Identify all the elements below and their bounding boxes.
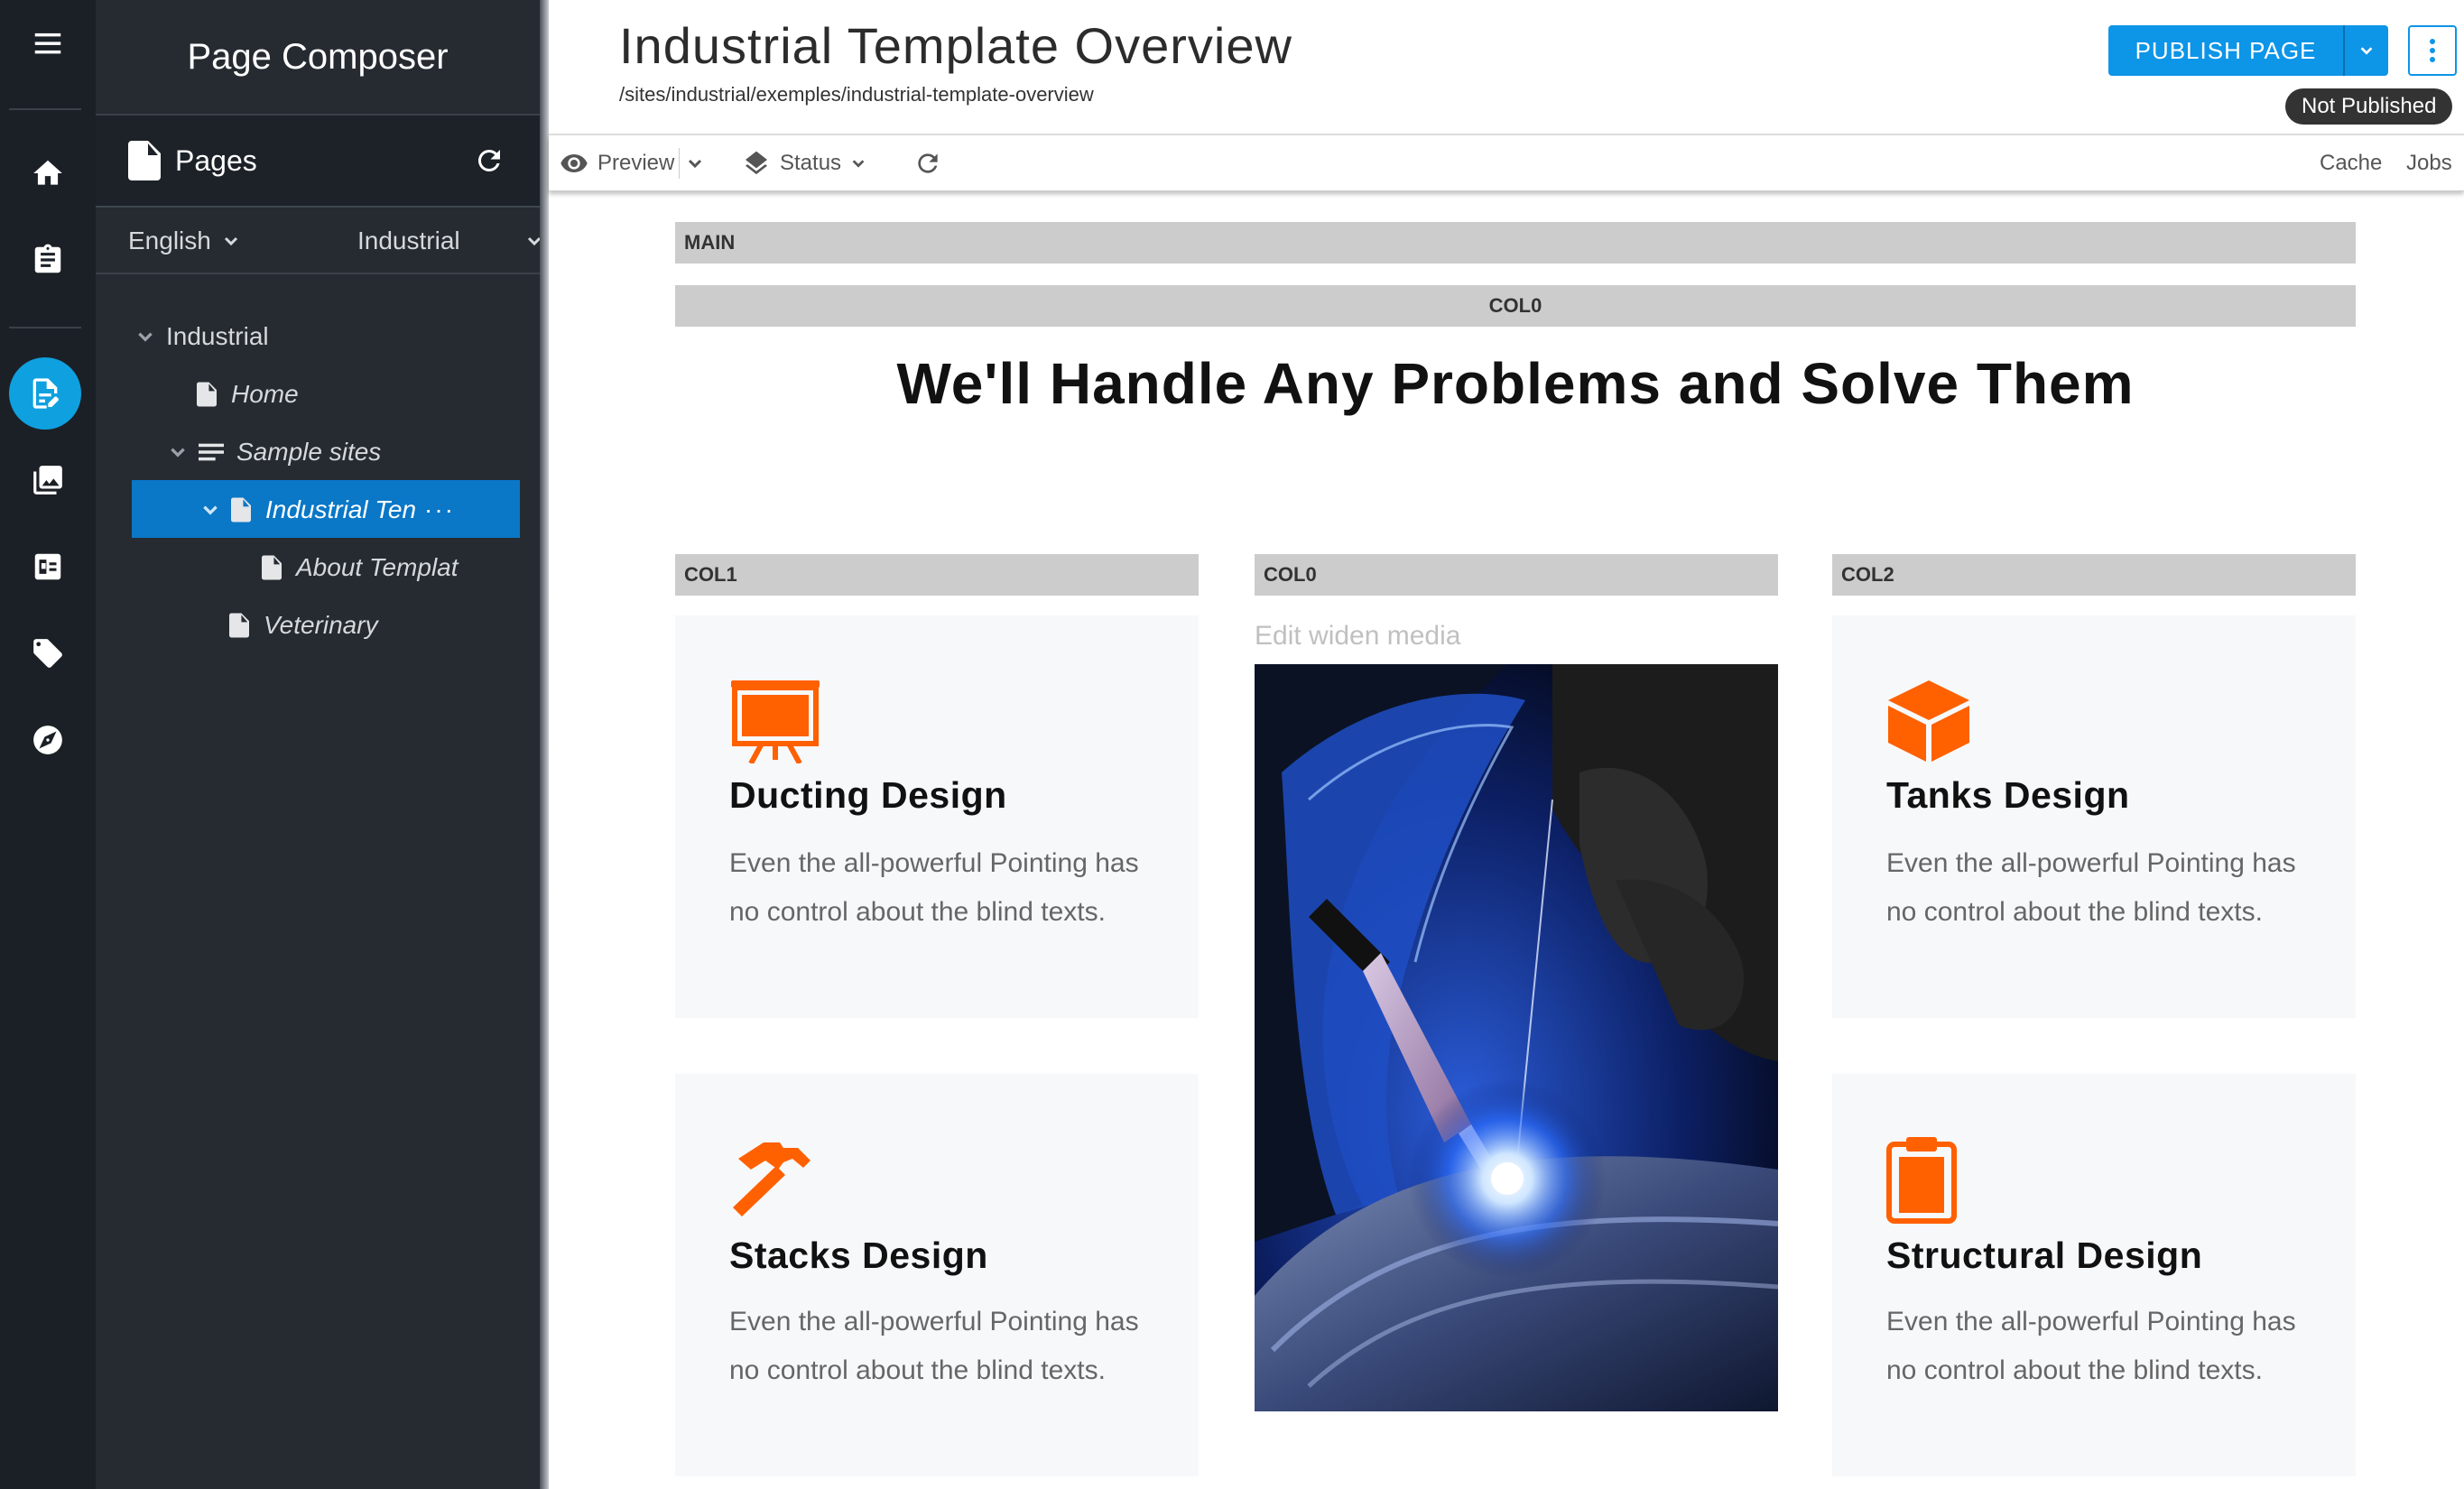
tree-item-label: Industrial [166, 322, 269, 350]
service-card[interactable]: Ducting Design Even the all-powerful Poi… [675, 615, 1199, 1018]
tree-item-veterinary[interactable]: Veterinary [229, 597, 378, 653]
language-select[interactable]: English [128, 227, 240, 255]
clipboard-icon[interactable] [0, 224, 96, 296]
rail-divider [9, 108, 81, 110]
layers-icon [746, 151, 767, 175]
tree-item-label: Industrial Ten [265, 495, 417, 523]
cache-button[interactable]: Cache [2320, 135, 2382, 191]
status-badge: Not Published [2285, 88, 2453, 125]
panel-resize-handle[interactable] [540, 0, 549, 1489]
list-icon [199, 443, 224, 461]
main-area-label[interactable]: MAIN [675, 222, 2356, 264]
jobs-button[interactable]: Jobs [2406, 135, 2452, 191]
editor-toolbar: Preview Status Cache Jobs [549, 135, 2464, 191]
sidebar-filters: English Industrial [96, 209, 543, 274]
tree-item-home[interactable]: Home [197, 366, 299, 422]
chevron-down-icon [852, 160, 865, 168]
card-text: Even the all-powerful Pointing has no co… [1886, 1307, 2296, 1385]
page-title: Industrial Template Overview [619, 17, 1292, 74]
page-composer-icon[interactable] [9, 357, 81, 430]
home-icon[interactable] [0, 137, 96, 209]
preview-button[interactable]: Preview [560, 135, 674, 191]
easel-icon [731, 680, 820, 763]
more-options-icon[interactable]: ··· [424, 495, 455, 524]
tag-icon[interactable] [0, 617, 96, 689]
tree-item-industrial[interactable]: Industrial [135, 309, 269, 365]
page-composer-sidebar: Page Composer Pages English Industrial I… [96, 0, 543, 1489]
language-value: English [128, 227, 211, 254]
tree-item-label: About Templat [296, 553, 459, 581]
document-icon [262, 555, 282, 580]
service-card[interactable]: Stacks Design Even the all-powerful Poin… [675, 1074, 1199, 1476]
compass-icon[interactable] [0, 704, 96, 776]
card-text: Even the all-powerful Pointing has no co… [1886, 848, 2296, 927]
cube-icon [1888, 680, 1969, 762]
card-title: Tanks Design [1886, 774, 2130, 816]
publish-page-button[interactable]: PUBLISH PAGE [2108, 25, 2343, 76]
col0-area-label[interactable]: COL0 [675, 285, 2356, 327]
publish-button-group: PUBLISH PAGE [2108, 25, 2388, 76]
page-path: /sites/industrial/exemples/industrial-te… [619, 83, 1094, 106]
more-actions-button[interactable] [2408, 25, 2457, 76]
document-icon [197, 382, 217, 407]
welding-photo[interactable] [1255, 664, 1778, 1411]
sidebar-title: Page Composer [96, 0, 540, 116]
page-header: Industrial Template Overview /sites/indu… [549, 0, 2464, 135]
site-select[interactable]: Industrial [357, 227, 543, 255]
pages-header: Pages [96, 116, 540, 208]
icon-rail [0, 0, 96, 1489]
refresh-icon [918, 153, 938, 173]
tree-item-sample-sites[interactable]: Sample sites [168, 424, 381, 480]
col2-area-label[interactable]: COL2 [1832, 554, 2356, 596]
chevron-down-icon [2360, 47, 2373, 55]
menu-icon[interactable] [0, 7, 96, 79]
publish-options-button[interactable] [2343, 25, 2388, 76]
document-icon [231, 497, 251, 523]
card-title: Stacks Design [729, 1235, 988, 1276]
status-button[interactable]: Status [742, 135, 866, 191]
refresh-button[interactable] [913, 135, 942, 191]
site-value: Industrial [357, 227, 460, 254]
media-icon[interactable] [0, 444, 96, 516]
service-card[interactable]: Tanks Design Even the all-powerful Point… [1832, 615, 2356, 1018]
card-title: Ducting Design [729, 774, 1007, 816]
tree-item-industrial-template[interactable]: Industrial Ten [200, 482, 416, 538]
preview-options-button[interactable] [686, 135, 704, 191]
kebab-icon [2430, 39, 2435, 62]
document-icon [229, 613, 249, 638]
tree-item-label: Home [231, 380, 299, 408]
chevron-down-icon [688, 159, 702, 169]
card-text: Even the all-powerful Pointing has no co… [729, 848, 1139, 927]
status-label: Status [780, 151, 842, 175]
toolbar-divider [679, 148, 680, 179]
page-canvas: MAIN COL0 We'll Handle Any Problems and … [549, 191, 2464, 1489]
clipboard-icon [1886, 1137, 1957, 1224]
chevron-down-icon[interactable] [135, 327, 155, 347]
col1-area-label[interactable]: COL1 [675, 554, 1199, 596]
tree-item-label: Sample sites [236, 438, 382, 466]
card-title: Structural Design [1886, 1235, 2203, 1276]
service-card[interactable]: Structural Design Even the all-powerful … [1832, 1074, 2356, 1476]
tree-item-label: Veterinary [264, 611, 378, 639]
tree-item-about-template[interactable]: About Templat [262, 540, 459, 596]
content-icon[interactable] [0, 531, 96, 603]
welding-image [1255, 664, 1778, 1411]
preview-label: Preview [597, 151, 675, 175]
hammer-icon [733, 1142, 811, 1216]
eye-icon [560, 154, 588, 172]
rail-divider [9, 327, 81, 328]
col0-area-label[interactable]: COL0 [1255, 554, 1778, 596]
card-text: Even the all-powerful Pointing has no co… [729, 1307, 1139, 1385]
pages-label: Pages [175, 143, 257, 177]
refresh-icon[interactable] [473, 144, 505, 177]
document-icon [128, 141, 161, 180]
edit-media-link[interactable]: Edit widen media [1255, 621, 1460, 652]
chevron-down-icon[interactable] [168, 442, 188, 462]
chevron-down-icon [224, 236, 237, 246]
chevron-down-icon[interactable] [200, 500, 220, 520]
headline[interactable]: We'll Handle Any Problems and Solve Them [675, 350, 2356, 417]
